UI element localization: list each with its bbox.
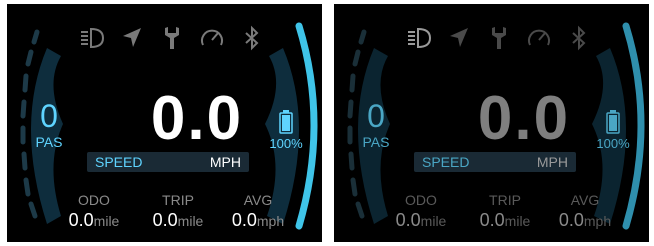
speed-label-bar: SPEED MPH bbox=[87, 152, 249, 172]
odo-unit: mile bbox=[93, 213, 120, 229]
speedometer-icon bbox=[524, 23, 554, 53]
odo-stat: ODO 0.0mile bbox=[49, 192, 139, 232]
pas-label: PAS bbox=[362, 134, 390, 150]
trip-label: TRIP bbox=[489, 192, 521, 208]
battery-icon bbox=[279, 110, 293, 134]
headlight-icon bbox=[404, 23, 434, 53]
odo-label: ODO bbox=[405, 192, 437, 208]
dashboard-comparison: 0 PAS 0.0 SPEED MPH 100% ODO 0.0mile TRI… bbox=[0, 0, 654, 246]
speed-label-bar: SPEED MPH bbox=[414, 152, 576, 172]
speed-unit: MPH bbox=[536, 154, 568, 170]
pas-label: PAS bbox=[35, 134, 63, 150]
bluetooth-icon bbox=[237, 23, 267, 53]
avg-value: 0.0 bbox=[231, 210, 257, 230]
avg-label: AVG bbox=[570, 192, 600, 208]
speed-value: 0.0 bbox=[150, 84, 244, 153]
bluetooth-icon bbox=[564, 23, 594, 53]
pas-level-value: 0 bbox=[367, 98, 385, 134]
odo-value: 0.0 bbox=[68, 210, 94, 230]
trip-stat: TRIP 0.0mile bbox=[460, 192, 550, 232]
avg-stat: AVG 0.0mph bbox=[213, 192, 303, 232]
speed-label: SPEED bbox=[95, 154, 143, 170]
trip-label: TRIP bbox=[162, 192, 194, 208]
odo-value: 0.0 bbox=[395, 210, 421, 230]
display-screen-dimmed: 0 PAS 0.0 SPEED MPH 100% ODO 0.0mile TRI… bbox=[334, 4, 649, 242]
navigation-icon bbox=[117, 23, 147, 53]
odo-stat: ODO 0.0mile bbox=[376, 192, 466, 232]
speed-unit: MPH bbox=[209, 154, 241, 170]
avg-label: AVG bbox=[243, 192, 273, 208]
display-screen-active: 0 PAS 0.0 SPEED MPH 100% ODO 0.0mile TRI… bbox=[7, 4, 322, 242]
avg-unit: mph bbox=[256, 213, 285, 229]
speed-label: SPEED bbox=[422, 154, 470, 170]
wrench-icon bbox=[484, 23, 514, 53]
avg-unit: mph bbox=[583, 213, 612, 229]
avg-value: 0.0 bbox=[558, 210, 584, 230]
battery-icon bbox=[606, 110, 620, 134]
odo-label: ODO bbox=[78, 192, 110, 208]
trip-unit: mile bbox=[177, 213, 204, 229]
wrench-icon bbox=[157, 23, 187, 53]
speedometer-icon bbox=[197, 23, 227, 53]
trip-stat: TRIP 0.0mile bbox=[133, 192, 223, 232]
battery-percent: 100% bbox=[596, 136, 630, 151]
trip-value: 0.0 bbox=[479, 210, 505, 230]
avg-stat: AVG 0.0mph bbox=[540, 192, 630, 232]
trip-unit: mile bbox=[504, 213, 531, 229]
speed-value: 0.0 bbox=[477, 84, 571, 153]
headlight-icon bbox=[77, 23, 107, 53]
odo-unit: mile bbox=[420, 213, 447, 229]
battery-percent: 100% bbox=[269, 136, 303, 151]
pas-level-value: 0 bbox=[40, 98, 58, 134]
status-icons bbox=[404, 22, 594, 54]
navigation-icon bbox=[444, 23, 474, 53]
status-icons bbox=[77, 22, 267, 54]
trip-value: 0.0 bbox=[152, 210, 178, 230]
